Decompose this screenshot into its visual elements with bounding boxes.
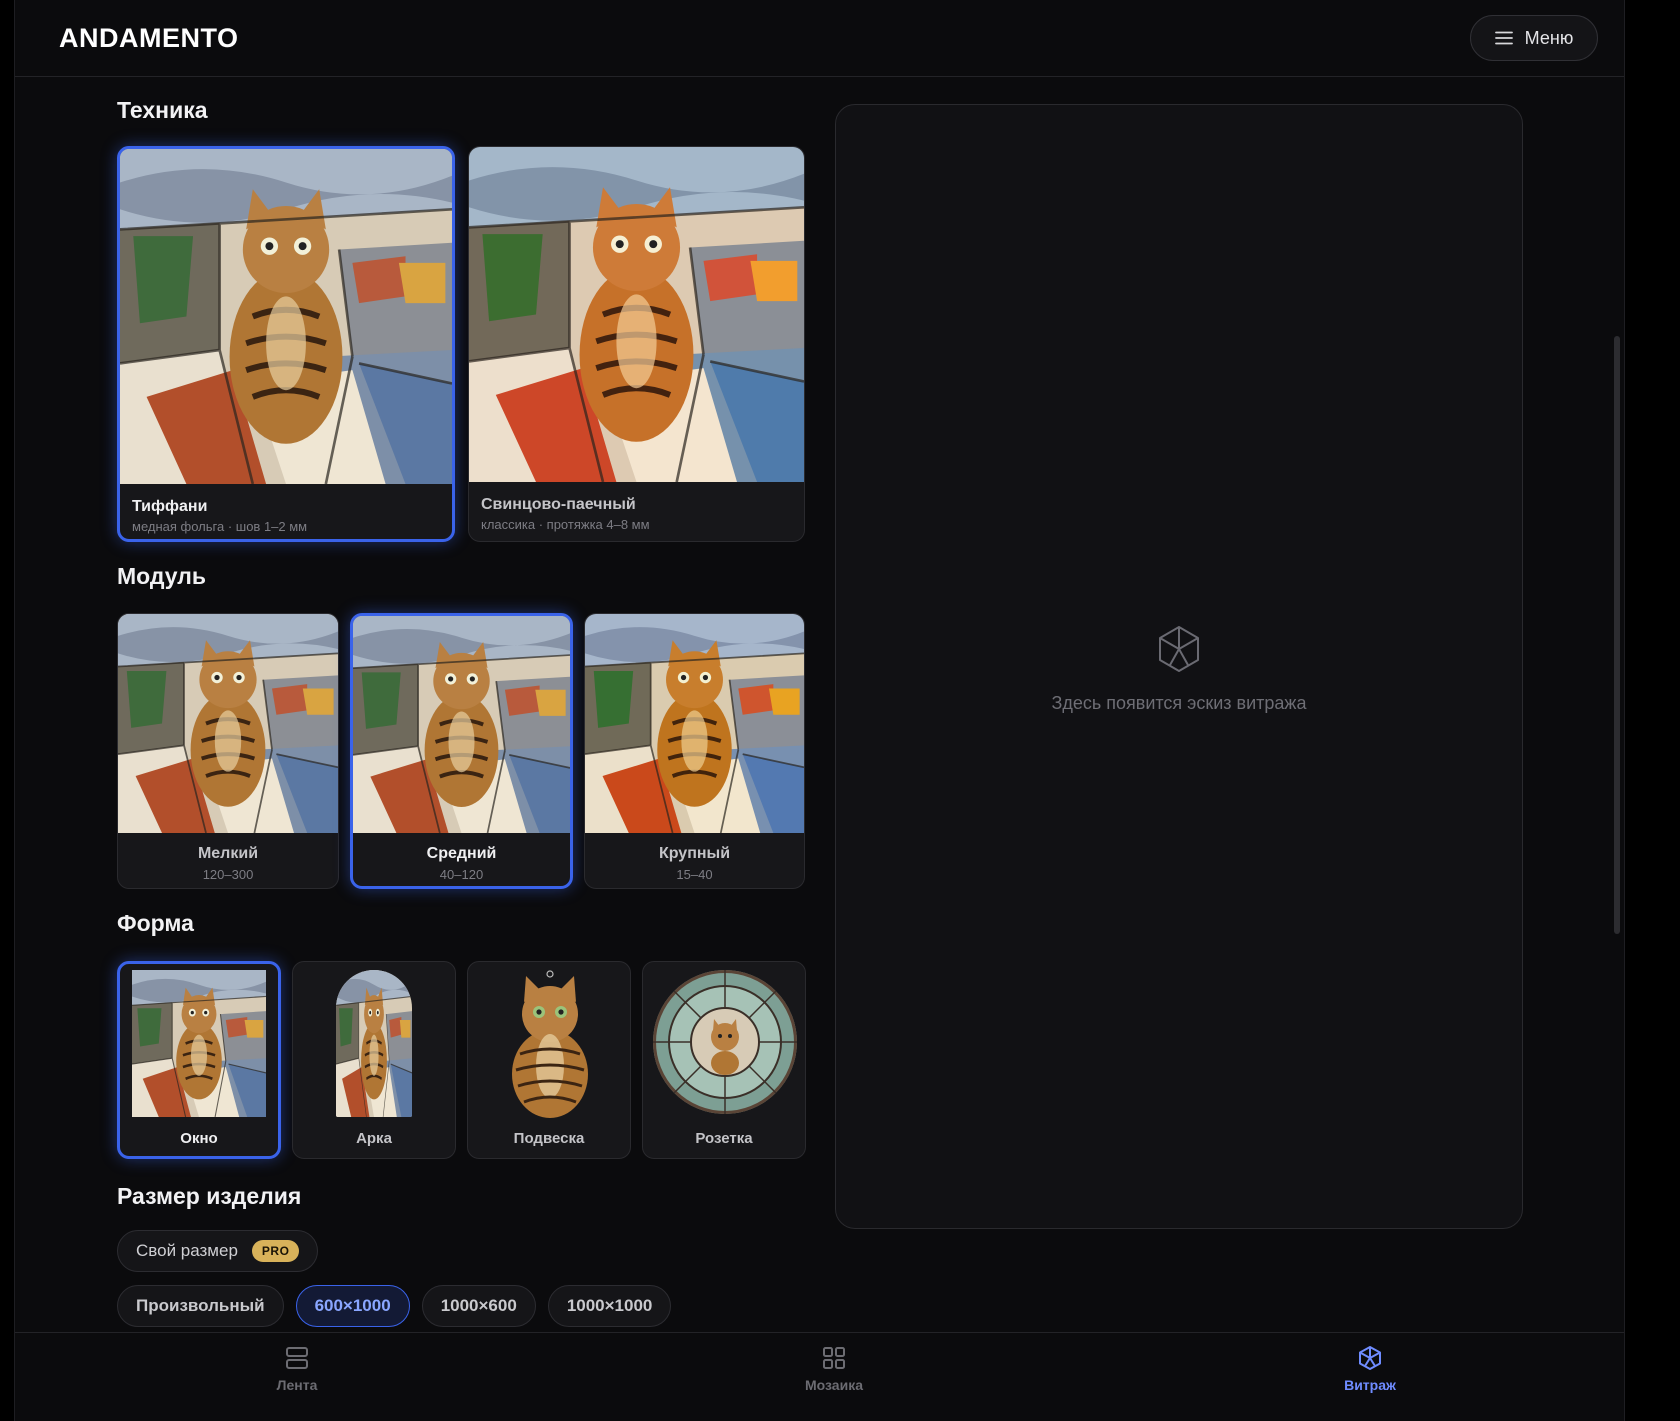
technique-option-sub: медная фольга · шов 1–2 мм [132, 519, 308, 534]
module-preview-image [585, 614, 804, 833]
size-title: Размер изделия [117, 1183, 302, 1209]
technique-option-label: Тиффани [132, 498, 208, 515]
shape-option-rosette[interactable]: Розетка [642, 961, 806, 1159]
shape-window-image [132, 970, 266, 1117]
stained-glass-placeholder-icon [1159, 626, 1199, 672]
technique-option-label: Свинцово-паечный [481, 496, 636, 513]
bottom-nav: Лента Мозаика Витраж [15, 1332, 1624, 1421]
shape-option-label: Розетка [695, 1130, 753, 1147]
technique-option-lead[interactable]: Свинцово-паечный классика · протяжка 4–8… [468, 146, 805, 542]
module-option-range: 120–300 [202, 867, 254, 882]
app-logo[interactable]: ANDAMENTO [59, 23, 239, 54]
module-option-small[interactable]: Мелкий 120–300 [117, 613, 339, 889]
hamburger-icon [1494, 31, 1513, 45]
module-option-large[interactable]: Крупный 15–40 [584, 613, 805, 889]
scrollbar[interactable] [1614, 336, 1620, 934]
tab-feed[interactable]: Лента [217, 1345, 377, 1395]
shape-pendant-image [512, 970, 588, 1118]
technique-option-tiffany[interactable]: Тиффани медная фольга · шов 1–2 мм [117, 146, 455, 542]
module-title: Модуль [117, 563, 207, 589]
shape-rosette-image [653, 970, 797, 1114]
shape-option-window[interactable]: Окно [117, 961, 281, 1159]
technique-preview-image [469, 147, 804, 482]
module-option-range: 15–40 [676, 867, 713, 882]
shape-option-arch[interactable]: Арка [292, 961, 456, 1159]
technique-option-sub: классика · протяжка 4–8 мм [481, 517, 650, 532]
custom-size-button[interactable]: Свой размер PRO [117, 1230, 319, 1272]
size-preset-1000x1000[interactable]: 1000×1000 [547, 1285, 672, 1327]
shape-option-label: Подвеска [513, 1130, 585, 1147]
pro-badge: PRO [251, 1240, 300, 1262]
technique-preview-image [120, 149, 452, 484]
module-option-label: Крупный [658, 845, 731, 862]
feed-icon [286, 1347, 308, 1369]
tab-mosaic[interactable]: Мозаика [754, 1345, 914, 1395]
tab-stained-glass[interactable]: Витраж [1290, 1345, 1450, 1395]
tab-label: Лента [276, 1377, 318, 1393]
menu-button-label: Меню [1524, 27, 1574, 48]
technique-title: Техника [117, 97, 208, 123]
header: ANDAMENTO Меню [15, 0, 1624, 77]
app-window: ANDAMENTO Меню Техника Тиффани медная фо… [14, 0, 1625, 1421]
custom-size-label: Свой размер [136, 1241, 238, 1260]
module-option-label: Средний [426, 845, 497, 862]
shape-option-pendant[interactable]: Подвеска [467, 961, 631, 1159]
size-preset-1000x600[interactable]: 1000×600 [421, 1285, 536, 1327]
shape-option-label: Окно [180, 1130, 218, 1147]
tab-label: Витраж [1344, 1377, 1396, 1393]
grid-icon [823, 1347, 845, 1369]
shape-option-label: Арка [356, 1130, 392, 1147]
preview-hint: Здесь появится эскиз витража [1051, 693, 1307, 713]
tab-label: Мозаика [805, 1377, 863, 1393]
sketch-preview-panel: Здесь появится эскиз витража [835, 104, 1523, 1229]
shape-title: Форма [117, 910, 194, 936]
module-preview-image [353, 616, 570, 833]
size-preset-arbitrary[interactable]: Произвольный [117, 1285, 284, 1327]
size-preset-600x1000[interactable]: 600×1000 [295, 1285, 410, 1327]
shape-arch-image [336, 970, 412, 1117]
module-option-range: 40–120 [439, 867, 484, 882]
module-option-medium[interactable]: Средний 40–120 [350, 613, 573, 889]
stained-glass-icon [1359, 1346, 1381, 1370]
module-preview-image [118, 614, 338, 833]
module-option-label: Мелкий [197, 845, 259, 862]
menu-button[interactable]: Меню [1470, 15, 1598, 61]
